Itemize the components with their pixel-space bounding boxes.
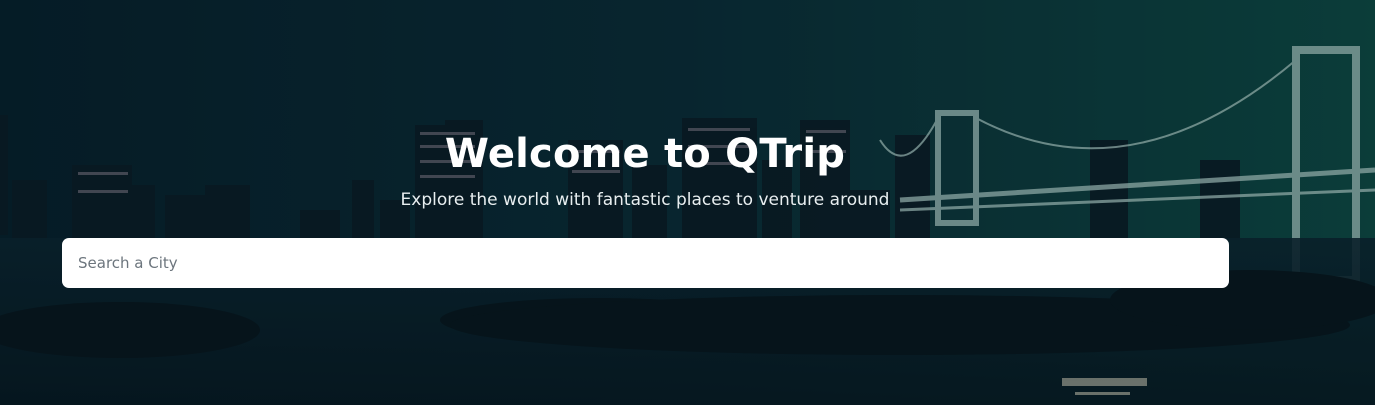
hero-subtitle: Explore the world with fantastic places … [400, 190, 890, 210]
city-search-input[interactable] [62, 238, 1229, 288]
hero-title: Welcome to QTrip [444, 131, 846, 177]
hero-banner: Welcome to QTrip Explore the world with … [0, 0, 1375, 405]
search-bar [62, 238, 1229, 288]
